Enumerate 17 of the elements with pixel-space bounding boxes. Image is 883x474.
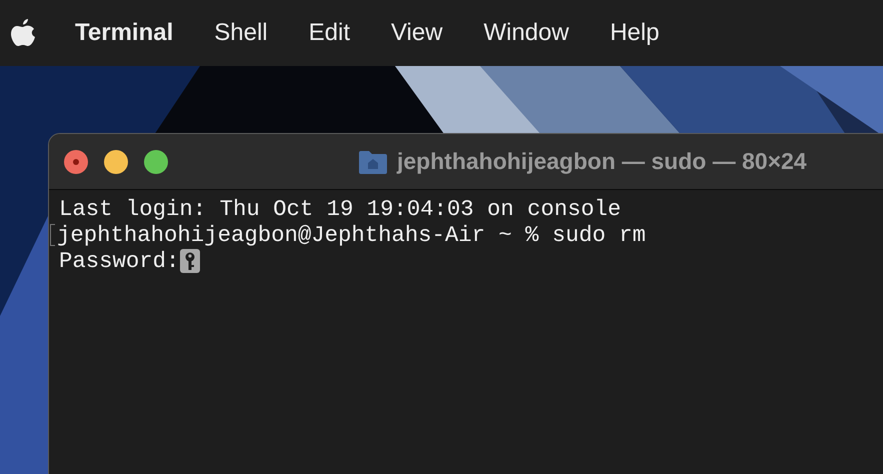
folder-icon xyxy=(358,148,388,174)
close-button[interactable] xyxy=(64,150,88,174)
menu-item[interactable]: Help xyxy=(610,19,660,47)
minimize-button[interactable] xyxy=(104,150,128,174)
mark-icon xyxy=(50,224,55,246)
terminal-line: Last login: Thu Oct 19 19:04:03 on console xyxy=(59,196,621,222)
window-title: jephthahohijeagbon — sudo — 80×24 xyxy=(397,148,807,175)
terminal-line: jephthahohijeagbon@Jephthahs-Air ~ % sudo rm xyxy=(57,222,646,248)
menu-item[interactable]: View xyxy=(390,19,443,47)
apple-icon[interactable] xyxy=(9,17,37,49)
key-icon xyxy=(180,249,200,273)
menu-item[interactable]: Window xyxy=(484,19,569,47)
menu-item[interactable]: Terminal xyxy=(75,19,174,47)
zoom-button[interactable] xyxy=(144,150,168,174)
menu-item[interactable]: Shell xyxy=(214,19,268,47)
terminal-line: Password: xyxy=(59,248,180,274)
menu-item[interactable]: Edit xyxy=(308,19,350,47)
